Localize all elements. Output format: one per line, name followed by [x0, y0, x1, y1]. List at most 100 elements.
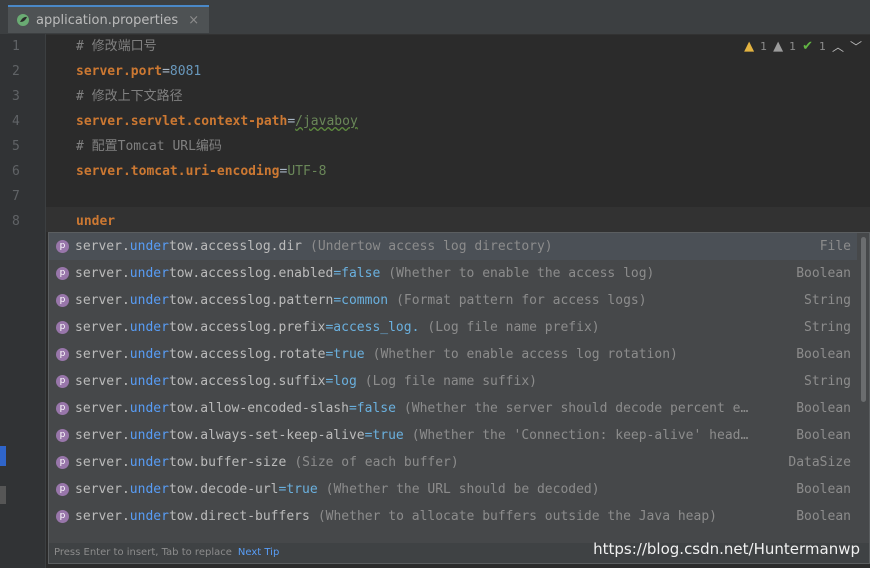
code-completion-popup[interactable]: p server.undertow.accesslog.dir (Undertow … — [48, 232, 870, 564]
completion-type: String — [804, 374, 851, 389]
completion-name: server.undertow.accesslog.rotate — [75, 347, 326, 362]
completion-type: DataSize — [788, 455, 851, 470]
completion-item[interactable]: p server.undertow.allow-encoded-slash =fal… — [49, 395, 857, 422]
popup-scrollbar[interactable] — [861, 237, 866, 402]
property-key: server.tomcat.uri-encoding — [76, 164, 280, 179]
completion-name: server.undertow.accesslog.dir — [75, 239, 302, 254]
property-icon: p — [56, 375, 69, 388]
completion-default-value: =true — [325, 347, 365, 362]
current-line-highlight — [46, 207, 870, 232]
completion-description: (Whether to enable the access log) — [388, 266, 655, 281]
code-line[interactable]: # 修改上下文路径 — [76, 84, 183, 109]
completion-name: server.undertow.allow-encoded-slash — [75, 401, 349, 416]
completion-description: (Undertow access log directory) — [310, 239, 553, 254]
warning-count: 1 — [760, 40, 768, 53]
completion-name: server.undertow.accesslog.enabled — [75, 266, 334, 281]
completion-type: Boolean — [796, 347, 851, 362]
completion-name: server.undertow.accesslog.pattern — [75, 293, 334, 308]
code-line[interactable]: # 修改端口号 — [76, 34, 157, 59]
property-value: /javaboy — [295, 114, 358, 129]
completion-type: Boolean — [796, 482, 851, 497]
completion-type: String — [804, 320, 851, 335]
completion-item[interactable]: p server.undertow.accesslog.dir (Undertow … — [49, 233, 857, 260]
line-number: 8 — [12, 214, 20, 229]
completion-name: server.undertow.accesslog.prefix — [75, 320, 326, 335]
completion-description: (Whether the 'Connection: keep-alive' he… — [411, 428, 749, 443]
completion-description: (Whether the URL should be decoded) — [325, 482, 600, 497]
comment: # 修改端口号 — [76, 39, 157, 54]
next-tip-link[interactable]: Next Tip — [238, 547, 279, 558]
completion-default-value: =common — [333, 293, 389, 308]
completion-default-value: =false — [348, 401, 396, 416]
warning-icon: ▲ — [744, 39, 755, 54]
comment: # 修改上下文路径 — [76, 89, 183, 104]
weak-warning-icon: ▲ — [773, 39, 784, 54]
inspection-widget[interactable]: ▲ 1 ▲ 1 ✔ 1 ︿ ﹀ — [744, 38, 862, 55]
completion-description: (Size of each buffer) — [294, 455, 459, 470]
code-line[interactable]: server.tomcat.uri-encoding=UTF-8 — [76, 159, 326, 184]
completion-item[interactable]: p server.undertow.accesslog.enabled =false… — [49, 260, 857, 287]
property-icon: p — [56, 483, 69, 496]
completion-default-value: =true — [278, 482, 318, 497]
gutter-marker — [0, 486, 6, 504]
completion-item[interactable]: p server.undertow.buffer-size (Size of eac… — [49, 449, 857, 476]
property-icon: p — [56, 348, 69, 361]
property-icon: p — [56, 429, 69, 442]
completion-name: server.undertow.accesslog.suffix — [75, 374, 326, 389]
completion-type: Boolean — [796, 266, 851, 281]
completion-item[interactable]: p server.undertow.direct-buffers (Whether … — [49, 503, 857, 530]
line-number: 5 — [12, 139, 20, 154]
tab-title: application.properties — [36, 12, 179, 28]
completion-default-value: =log — [325, 374, 357, 389]
line-number-gutter — [0, 34, 46, 568]
code-line-current[interactable]: under — [76, 209, 115, 234]
completion-name: server.undertow.decode-url — [75, 482, 279, 497]
chevron-down-icon[interactable]: ﹀ — [850, 38, 862, 55]
completion-default-value: =false — [333, 266, 381, 281]
property-icon: p — [56, 456, 69, 469]
completion-default-value: =true — [364, 428, 404, 443]
completion-type: String — [804, 293, 851, 308]
line-number: 2 — [12, 64, 20, 79]
completion-item[interactable]: p server.undertow.accesslog.rotate =true (W… — [49, 341, 857, 368]
code-line[interactable]: # 配置Tomcat URL编码 — [76, 134, 222, 159]
property-key: server.port — [76, 64, 163, 79]
line-number: 3 — [12, 89, 20, 104]
chevron-up-icon[interactable]: ︿ — [832, 38, 844, 55]
code-line[interactable]: server.port=8081 — [76, 59, 201, 84]
completion-item[interactable]: p server.undertow.decode-url =true (Whether… — [49, 476, 857, 503]
tab-application-properties[interactable]: application.properties × — [8, 5, 210, 33]
completion-item[interactable]: p server.undertow.accesslog.prefix =access… — [49, 314, 857, 341]
completion-item[interactable]: p server.undertow.always-set-keep-alive =t… — [49, 422, 857, 449]
completion-default-value: =access_log. — [325, 320, 420, 335]
completion-type: Boolean — [796, 401, 851, 416]
footer-hint: Press Enter to insert, Tab to replace — [54, 547, 232, 558]
property-value: 8081 — [169, 64, 202, 79]
property-icon: p — [56, 510, 69, 523]
completion-description: (Log file name prefix) — [427, 320, 600, 335]
ok-count: 1 — [818, 40, 826, 53]
check-icon: ✔ — [802, 39, 813, 54]
completion-type: File — [819, 239, 851, 254]
property-value: UTF-8 — [287, 164, 327, 179]
typed-text: under — [76, 214, 116, 229]
line-number: 6 — [12, 164, 20, 179]
completion-type: Boolean — [796, 428, 851, 443]
completion-item[interactable]: p server.undertow.accesslog.pattern =commo… — [49, 287, 857, 314]
completion-description: (Whether to allocate buffers outside the… — [317, 509, 717, 524]
property-icon: p — [56, 267, 69, 280]
completion-description: (Whether the server should decode percen… — [403, 401, 749, 416]
line-number: 4 — [12, 114, 20, 129]
gutter-marker — [0, 446, 6, 466]
completion-type: Boolean — [796, 509, 851, 524]
completion-description: (Whether to enable access log rotation) — [372, 347, 678, 362]
completion-item[interactable]: p server.undertow.accesslog.suffix =log (Lo… — [49, 368, 857, 395]
close-icon[interactable]: × — [188, 13, 199, 28]
property-key: server.servlet.context-path — [76, 114, 288, 129]
watermark: https://blog.csdn.net/Huntermanwp — [593, 540, 860, 558]
comment: # 配置Tomcat URL编码 — [76, 139, 222, 154]
property-icon: p — [56, 321, 69, 334]
code-line[interactable]: server.servlet.context-path=/javaboy — [76, 109, 358, 134]
line-number: 7 — [12, 189, 20, 204]
completion-name: server.undertow.always-set-keep-alive — [75, 428, 365, 443]
